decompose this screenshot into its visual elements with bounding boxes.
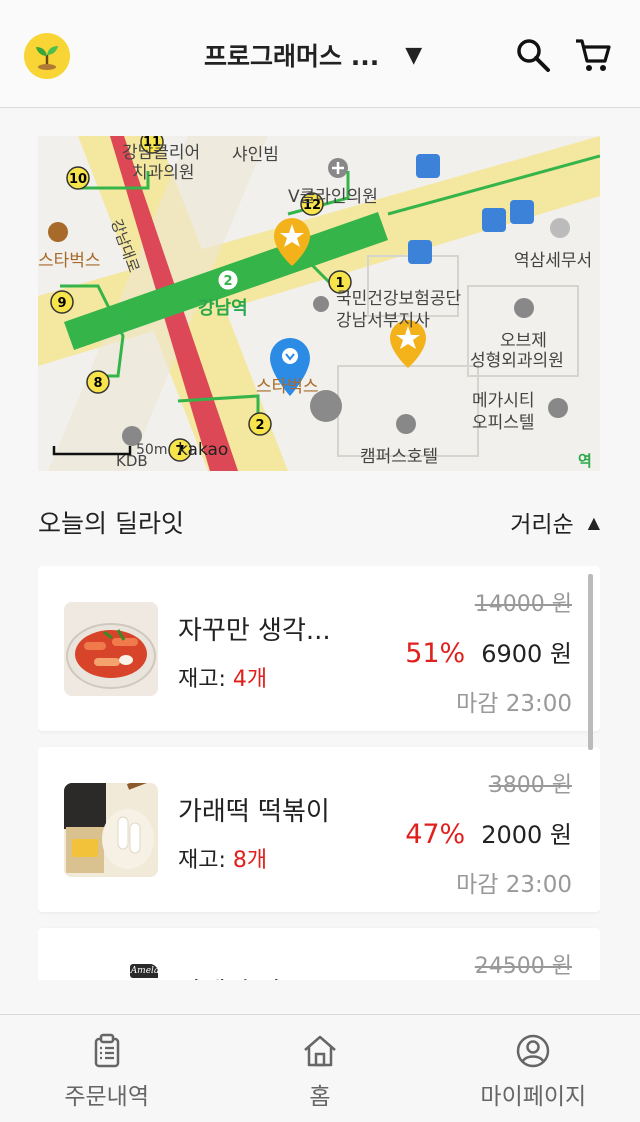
deal-original-price: 3800 원 <box>488 773 572 798</box>
deal-price: 6900 원 <box>481 640 572 668</box>
map-label-mega-2: 오피스텔 <box>472 413 535 433</box>
deal-stock-qty: 4개 <box>232 667 268 692</box>
svg-text:8: 8 <box>93 376 102 391</box>
svg-text:9: 9 <box>57 296 66 311</box>
brand-mark: Amela <box>130 964 158 978</box>
nav-home-label[interactable]: 홈 <box>309 1077 330 1111</box>
deal-price: 2000 원 <box>481 821 572 849</box>
deal-card[interactable]: 가래떡 떡볶이 재고: 8개 3800 원 47% 2000 원 마감 23:0… <box>38 747 600 912</box>
deal-price-row: 51% 6900 원 <box>405 634 572 669</box>
caret-down-icon[interactable]: ▼ <box>405 43 422 68</box>
deal-original-price: 24500 원 <box>474 954 572 979</box>
deal-discount: 47% <box>405 819 466 850</box>
deal-card[interactable]: Amela 아메리 마코 24500 원 <box>38 928 600 980</box>
deal-stock-qty: 8개 <box>232 848 268 873</box>
sort-toggle[interactable]: 거리순 ▲ <box>510 505 600 539</box>
app-root: 프로그래머스 ... ▼ 11 10 12 9 1 8 2 7 2 강남클리어 … <box>0 0 640 1122</box>
sort-label[interactable]: 거리순 <box>510 505 573 539</box>
section-title: 오늘의 딜라잇 <box>38 509 184 538</box>
map-label-starbucks-2: 스타벅스 <box>256 377 319 397</box>
deal-list[interactable]: 자꾸만 생각... 재고: 4개 14000 원 51% 6900 원 마감 2… <box>38 566 600 980</box>
map-label-clinic-b: 치과의원 <box>132 163 195 183</box>
map-label-campus: 캠퍼스호텔 <box>360 447 439 467</box>
cart-icon[interactable] <box>574 36 612 74</box>
caret-up-icon[interactable]: ▲ <box>588 513 600 532</box>
bottom-nav: 주문내역 홈 마이페이지 <box>0 1014 640 1122</box>
deal-close-time: 마감 23:00 <box>456 872 572 898</box>
deals-section-header: 오늘의 딜라잇 거리순 ▲ <box>38 500 600 544</box>
nav-mypage[interactable]: 마이페이지 <box>427 1015 640 1122</box>
map-label-yeok: 역 <box>578 452 592 470</box>
list-scrollbar[interactable] <box>588 574 593 750</box>
deal-thumbnail: Amela <box>64 964 158 980</box>
svg-text:10: 10 <box>69 172 87 187</box>
nav-orders-label[interactable]: 주문내역 <box>64 1077 149 1111</box>
home-icon[interactable] <box>302 1033 338 1069</box>
sprout-icon[interactable] <box>24 33 70 79</box>
deal-discount: 51% <box>405 638 466 669</box>
map-label-nhis-2: 강남서부지사 <box>336 311 430 331</box>
location-selector[interactable]: 프로그래머스 ... ▼ <box>204 38 422 72</box>
deal-name: 가래떡 떡볶이 <box>178 797 330 827</box>
svg-text:2: 2 <box>255 418 264 433</box>
svg-text:2: 2 <box>223 274 232 289</box>
map-label-starbucks-1: 스타벅스 <box>38 251 101 271</box>
deal-close-time: 마감 23:00 <box>456 691 572 717</box>
nav-home[interactable]: 홈 <box>213 1015 426 1122</box>
deal-stock: 재고: 4개 <box>178 667 268 692</box>
map-label-tax: 역삼세무서 <box>514 251 593 271</box>
clipboard-icon[interactable] <box>89 1033 125 1069</box>
location-label[interactable]: 프로그래머스 ... <box>204 37 379 73</box>
top-header: 프로그래머스 ... ▼ <box>0 0 640 108</box>
map-label-station: 강남역 <box>198 298 248 319</box>
deal-stock: 재고: 8개 <box>178 848 268 873</box>
map-label-signal: 샤인빔 <box>232 145 279 165</box>
nav-mypage-label[interactable]: 마이페이지 <box>480 1077 586 1111</box>
map-label-obje-2: 성형외과의원 <box>470 351 564 371</box>
nav-orders[interactable]: 주문내역 <box>0 1015 213 1122</box>
map-scale-label: 50m <box>136 442 168 458</box>
deal-thumbnail <box>64 602 158 696</box>
user-circle-icon[interactable] <box>515 1033 551 1069</box>
deal-thumbnail <box>64 783 158 877</box>
kakao-logo: kakao <box>178 440 229 460</box>
deal-original-price: 14000 원 <box>474 592 572 617</box>
search-icon[interactable] <box>514 36 552 74</box>
deal-name: 아메리 마코 <box>178 972 306 980</box>
deal-price-row: 47% 2000 원 <box>405 815 572 850</box>
deal-card[interactable]: 자꾸만 생각... 재고: 4개 14000 원 51% 6900 원 마감 2… <box>38 566 600 731</box>
store-map[interactable]: 11 10 12 9 1 8 2 7 2 강남클리어 치과의원 샤인빔 V클라인… <box>38 136 600 471</box>
deal-name: 자꾸만 생각... <box>178 616 331 646</box>
map-label-v-clinic: V클라인의원 <box>288 187 378 207</box>
